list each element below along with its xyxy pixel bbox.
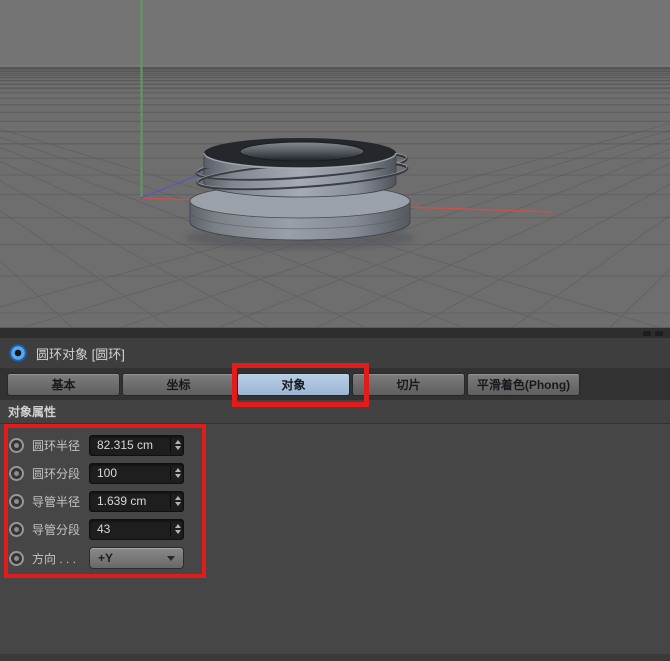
tab-basic[interactable]: 基本	[7, 372, 120, 396]
viewport-canvas[interactable]	[0, 0, 670, 401]
annotation-box-properties	[4, 424, 206, 578]
torus-cap-model[interactable]	[185, 138, 415, 250]
panel-footer-strip	[0, 654, 670, 661]
sky-area	[0, 0, 670, 66]
panel-divider-bar[interactable]	[0, 327, 670, 338]
section-title: 对象属性	[8, 405, 57, 419]
annotation-box-object-tab	[232, 363, 369, 407]
object-title: 圆环对象 [圆环]	[36, 346, 125, 362]
upper-cylinder-hole	[239, 141, 365, 162]
tab-phong[interactable]: 平滑着色(Phong)	[467, 372, 580, 396]
3d-viewport[interactable]	[0, 0, 670, 401]
panel-menu-icon[interactable]	[655, 330, 663, 336]
panel-option-icon[interactable]	[643, 330, 651, 336]
cinema4d-window: 圆环对象 [圆环] 基本 坐标 对象 切片 平滑着色(Phong) 对象属性 圆…	[0, 0, 670, 661]
torus-object-icon	[9, 344, 27, 362]
tab-coordinates[interactable]: 坐标	[122, 372, 235, 396]
